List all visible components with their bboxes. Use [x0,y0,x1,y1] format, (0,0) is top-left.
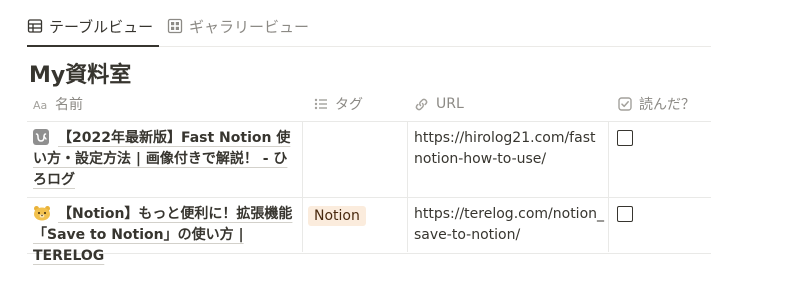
view-tabs: テーブルビュー ギャラリービュー [27,6,711,47]
text-property-icon: Aa [33,97,48,112]
read-checkbox[interactable] [617,130,633,146]
column-header-name[interactable]: Aa 名前 [33,87,83,121]
column-divider [608,121,609,252]
row-name-cell[interactable]: 【Notion】もっと便利に！拡張機能「Save to Notion」の使い方 … [33,198,301,267]
row-url-cell[interactable]: https://hirolog21.com/fastnotion-how-to-… [414,122,604,170]
bear-face-icon [33,205,50,221]
hiragana-hi-icon [33,129,49,145]
link-icon [414,97,429,112]
tab-label: ギャラリービュー [189,17,310,36]
column-divider [302,121,303,252]
checkbox-property-icon [617,97,632,112]
svg-text:Aa: Aa [33,99,47,112]
url-link[interactable]: https://hirolog21.com/fastnotion-how-to-… [414,130,595,167]
column-header-url[interactable]: URL [414,87,464,121]
column-header-tag[interactable]: タグ [313,87,363,121]
table-icon [27,19,43,33]
read-checkbox[interactable] [617,206,633,222]
row-tag-cell[interactable] [308,122,408,129]
database-table: Aa 名前 タグ URL 読んだ？ 【2022年最新版】Fast Notion … [27,87,711,264]
tag-chip[interactable]: Notion [308,206,366,226]
row-read-cell [617,206,633,222]
column-label: URL [436,96,464,112]
row-read-cell [617,130,633,146]
url-link[interactable]: https://terelog.com/notion_save-to-notio… [414,206,604,243]
row-name-cell[interactable]: 【2022年最新版】Fast Notion 使い方・設定方法 | 画像付きで解説… [33,122,301,191]
database-title[interactable]: My資料室 [29,57,131,89]
tab-gallery-view[interactable]: ギャラリービュー [167,6,312,46]
row-url-cell[interactable]: https://terelog.com/notion_save-to-notio… [414,198,604,246]
notion-database-page: テーブルビュー ギャラリービュー My資料室 Aa 名前 タグ URL 読んだ？… [0,0,800,293]
column-label: 読んだ？ [639,97,695,113]
tab-label: テーブルビュー [49,17,154,36]
page-title-link[interactable]: 【Notion】もっと便利に！拡張機能「Save to Notion」の使い方 … [33,206,292,264]
column-label: 名前 [55,97,83,113]
column-divider [407,121,408,252]
row-tag-cell[interactable]: Notion [308,198,408,226]
page-title-link[interactable]: 【2022年最新版】Fast Notion 使い方・設定方法 | 画像付きで解説… [33,130,290,188]
column-label: タグ [335,97,363,113]
gallery-icon [167,18,183,34]
tab-table-view[interactable]: テーブルビュー [27,6,159,47]
table-header: Aa 名前 タグ URL 読んだ？ [27,87,711,122]
column-header-read[interactable]: 読んだ？ [617,87,695,121]
list-property-icon [313,97,328,112]
